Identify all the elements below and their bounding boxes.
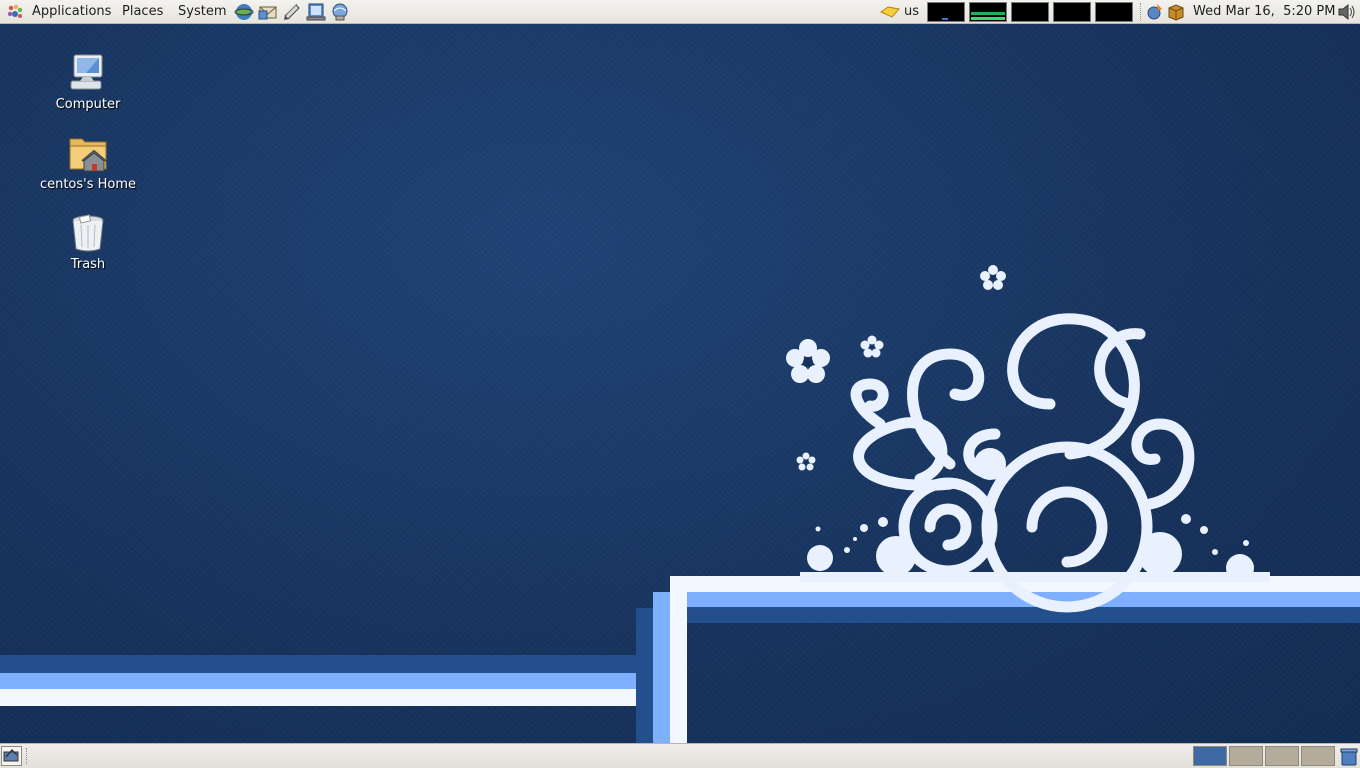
- clock-label: Wed Mar 16, 5:20 PM: [1193, 4, 1336, 19]
- volume-icon[interactable]: [1337, 2, 1357, 22]
- wallpaper-artwork: [0, 265, 1360, 743]
- show-desktop-icon: [3, 748, 19, 762]
- swap-monitor-graph[interactable]: [1053, 2, 1091, 22]
- system-menu[interactable]: System: [178, 0, 226, 23]
- desktop-icon-trash[interactable]: Trash: [33, 211, 143, 272]
- keyboard-layout-label: us: [904, 4, 920, 19]
- desktop-icon-label: Computer: [55, 97, 121, 112]
- system-menu-label: System: [178, 4, 227, 19]
- memory-monitor-graph[interactable]: [969, 2, 1007, 22]
- home-folder-icon: [69, 138, 107, 172]
- update-notifier-icon[interactable]: [1145, 2, 1165, 22]
- network-monitor-graph[interactable]: [1011, 2, 1049, 22]
- desktop-icon-label: Trash: [70, 257, 106, 272]
- gnome-foot-icon: [7, 4, 23, 18]
- keyboard-flag-icon: [880, 6, 900, 18]
- cpu-monitor-graph[interactable]: [927, 2, 965, 22]
- load-monitor-graph[interactable]: [1095, 2, 1133, 22]
- show-desktop-button[interactable]: [1, 746, 22, 766]
- applications-menu-label: Applications: [32, 4, 112, 19]
- workspace-1[interactable]: [1193, 746, 1227, 766]
- desktop-icon-label: centos's Home: [39, 177, 137, 192]
- panel-separator: [1140, 3, 1143, 21]
- workspace-3[interactable]: [1265, 746, 1299, 766]
- computer-icon: [70, 54, 103, 90]
- places-menu[interactable]: Places: [122, 0, 163, 23]
- workspace-2[interactable]: [1229, 746, 1263, 766]
- desktop-icon-home[interactable]: centos's Home: [33, 131, 143, 192]
- email-client-icon[interactable]: [258, 2, 278, 22]
- workspace-4[interactable]: [1301, 746, 1335, 766]
- network-icon[interactable]: [330, 2, 350, 22]
- clock[interactable]: Wed Mar 16, 5:20 PM: [1193, 0, 1335, 23]
- trash-icon: [72, 214, 104, 252]
- desktop-icon-computer[interactable]: Computer: [33, 51, 143, 112]
- web-browser-icon[interactable]: [234, 2, 254, 22]
- trash-applet-icon[interactable]: [1339, 747, 1359, 766]
- document-viewer-icon[interactable]: [306, 2, 326, 22]
- package-icon[interactable]: [1166, 2, 1186, 22]
- text-editor-icon[interactable]: [282, 2, 302, 22]
- desktop[interactable]: Computer centos's Home Trash: [0, 24, 1360, 743]
- places-menu-label: Places: [122, 4, 164, 19]
- window-list-handle[interactable]: [26, 748, 30, 764]
- top-panel: Applications Places System us Wed Mar 16…: [0, 0, 1360, 24]
- bottom-panel: [0, 743, 1360, 768]
